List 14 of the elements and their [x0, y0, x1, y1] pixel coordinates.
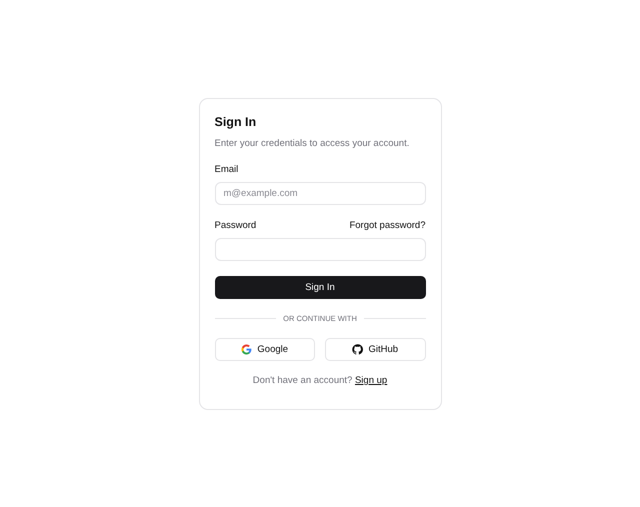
github-logo-icon	[352, 344, 364, 355]
card-title: Sign In	[214, 115, 258, 131]
password-field[interactable]	[214, 238, 426, 261]
email-label: Email	[214, 164, 240, 175]
sign-in-button[interactable]: Sign In	[214, 276, 426, 299]
github-button[interactable]: GitHub	[325, 338, 426, 361]
password-label: Password	[214, 220, 256, 231]
google-button[interactable]: Google	[214, 338, 315, 361]
sign-up-prompt: Don't have an account? Sign up	[252, 375, 388, 386]
g-logo-icon	[241, 344, 252, 355]
sign-up-link[interactable]: Sign up	[354, 375, 388, 386]
email-field[interactable]: m@example.com	[214, 182, 426, 205]
forgot-password-link[interactable]: Forgot password?	[349, 220, 426, 231]
card-description: Enter your credentials to access your account.	[214, 138, 410, 149]
